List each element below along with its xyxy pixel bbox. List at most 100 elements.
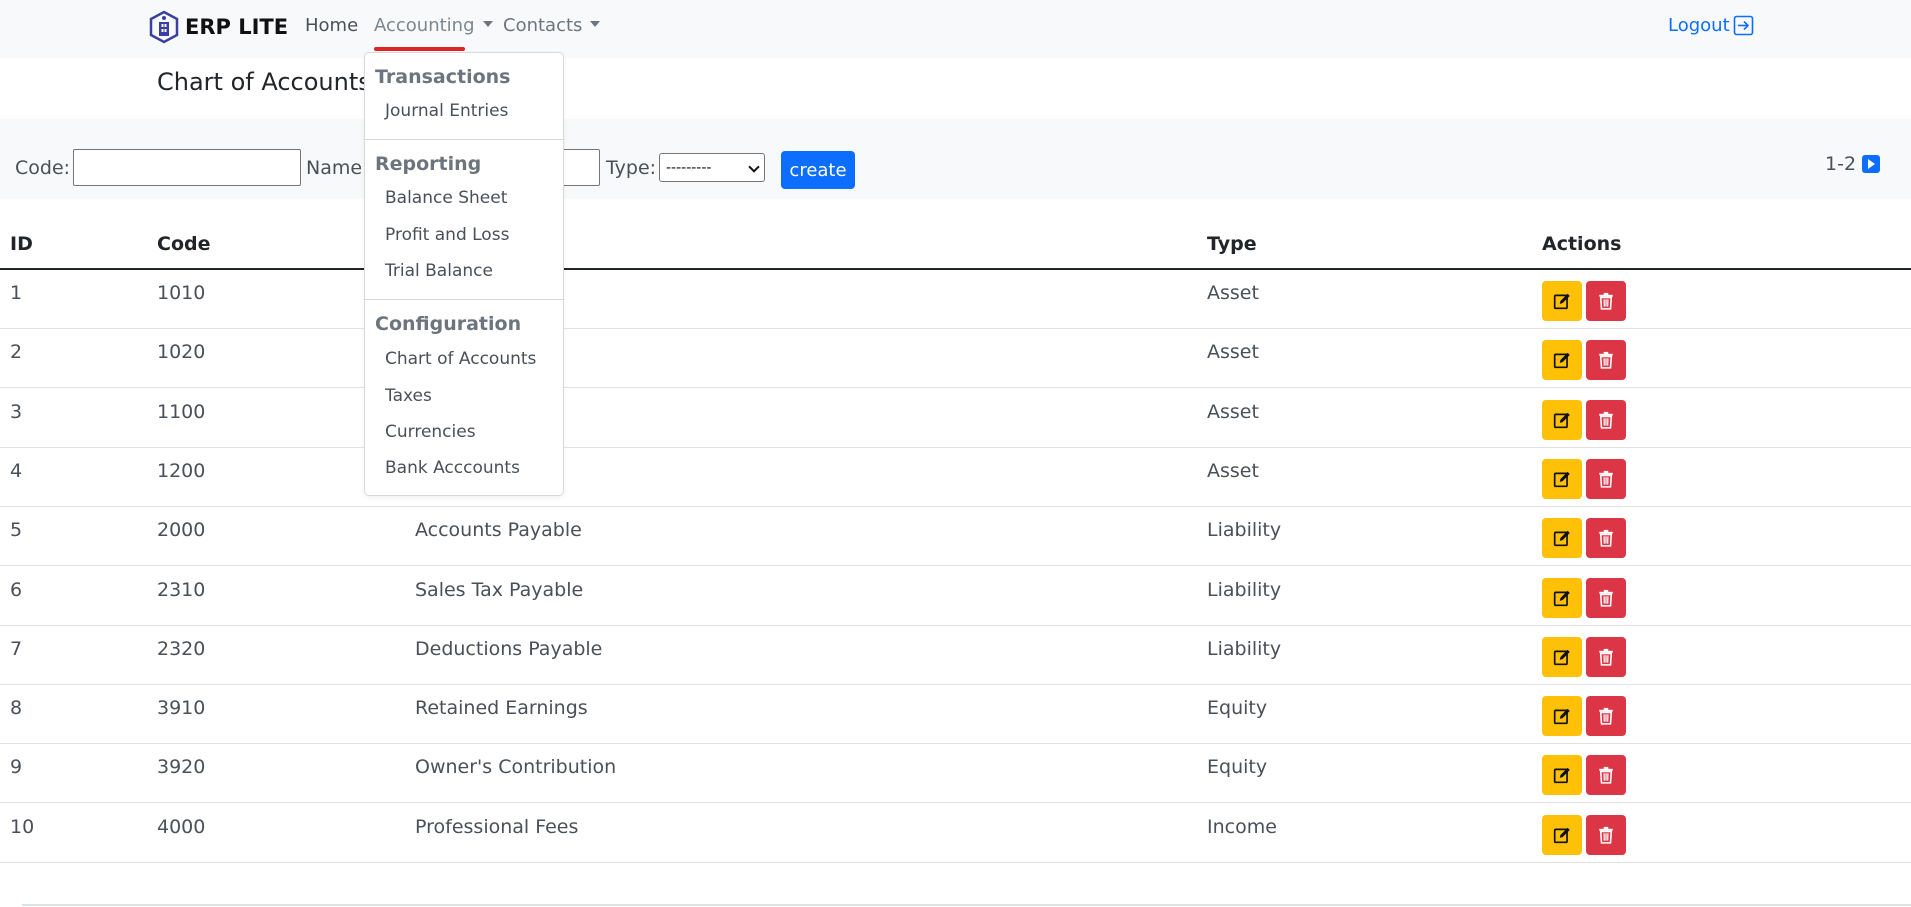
navbar: ERP LITE Home Accounting Contacts Logout	[0, 0, 1911, 58]
cell-name: Owner's Contribution	[415, 756, 617, 779]
caret-right-square-icon[interactable]	[1862, 155, 1881, 173]
cell-id: 6	[10, 578, 23, 601]
edit-button[interactable]	[1542, 636, 1582, 677]
menu-item-taxes[interactable]: Taxes	[385, 386, 432, 406]
delete-button[interactable]	[1586, 518, 1626, 559]
code-label: Code:	[15, 157, 71, 179]
pencil-square-icon	[1553, 768, 1570, 784]
dropdown-header-configuration: Configuration	[375, 313, 522, 335]
menu-item-currencies[interactable]: Currencies	[385, 422, 476, 442]
dropdown-header-transactions: Transactions	[375, 66, 511, 88]
cell-type: Liability	[1207, 578, 1282, 601]
cell-code: 3910	[157, 697, 206, 720]
chevron-down-icon	[748, 161, 760, 173]
cell-type: Equity	[1207, 756, 1268, 779]
delete-button[interactable]	[1586, 399, 1626, 440]
nav-home[interactable]: Home	[305, 15, 358, 36]
delete-button[interactable]	[1586, 636, 1626, 677]
delete-button[interactable]	[1586, 577, 1626, 618]
type-select-value: ---------	[666, 159, 712, 176]
brand[interactable]: ERP LITE	[148, 10, 288, 44]
edit-button[interactable]	[1542, 518, 1582, 559]
cell-name: Deductions Payable	[415, 637, 603, 660]
table-row: 7 2320 Deductions Payable Liability	[0, 626, 1911, 685]
header-type[interactable]: Type	[1207, 233, 1257, 255]
pencil-square-icon	[1553, 471, 1570, 488]
menu-item-profit-and-loss[interactable]: Profit and Loss	[385, 225, 509, 245]
edit-button[interactable]	[1542, 281, 1582, 321]
menu-item-trial-balance[interactable]: Trial Balance	[385, 261, 493, 281]
table-row: 2 1020 Asset	[0, 329, 1911, 389]
nav-accounting-label: Accounting	[374, 15, 475, 36]
cell-code: 2000	[157, 519, 206, 542]
edit-button[interactable]	[1542, 755, 1582, 796]
cell-id: 9	[10, 756, 23, 779]
delete-button[interactable]	[1586, 814, 1626, 855]
delete-button[interactable]	[1586, 696, 1626, 737]
trash-icon	[1599, 292, 1613, 310]
pencil-square-icon	[1553, 293, 1570, 310]
dropdown-header-reporting: Reporting	[375, 153, 482, 175]
brand-text: ERP LITE	[185, 15, 289, 39]
pencil-square-icon	[1553, 649, 1570, 665]
menu-item-balance-sheet[interactable]: Balance Sheet	[385, 188, 507, 208]
create-button[interactable]: create	[781, 151, 855, 189]
cell-type: Liability	[1207, 519, 1282, 542]
type-label: Type:	[606, 157, 657, 179]
header-id[interactable]: ID	[10, 233, 33, 255]
cell-code: 1020	[157, 341, 206, 364]
cell-type: Liability	[1207, 637, 1282, 660]
pencil-square-icon	[1553, 590, 1570, 606]
cell-id: 4	[10, 459, 23, 482]
trash-icon	[1599, 530, 1613, 547]
logout-link[interactable]: Logout	[1668, 15, 1754, 36]
trash-icon	[1599, 352, 1613, 369]
filter-bar: Code: Name: Type: --------- create 1-2	[0, 119, 1911, 199]
trash-icon	[1599, 767, 1613, 785]
delete-button[interactable]	[1586, 755, 1626, 796]
cell-id: 3	[10, 400, 23, 423]
cell-id: 8	[10, 697, 23, 720]
edit-button[interactable]	[1542, 458, 1582, 499]
trash-icon	[1599, 826, 1613, 844]
pencil-square-icon	[1553, 827, 1570, 843]
trash-icon	[1599, 707, 1613, 725]
pager: 1-2	[1825, 153, 1881, 175]
menu-item-chart-of-accounts[interactable]: Chart of Accounts	[385, 349, 536, 369]
type-select[interactable]: ---------	[659, 153, 765, 182]
delete-button[interactable]	[1586, 340, 1626, 381]
edit-button[interactable]	[1542, 577, 1582, 618]
cell-type: Asset	[1207, 282, 1259, 304]
cell-type: Asset	[1207, 341, 1259, 364]
nav-accounting[interactable]: Accounting	[374, 15, 493, 36]
code-input[interactable]	[73, 149, 301, 186]
table-row: 4 1200 Asset	[0, 448, 1911, 507]
cell-name: Professional Fees	[415, 815, 579, 838]
edit-button[interactable]	[1542, 399, 1582, 440]
pencil-square-icon	[1553, 353, 1570, 369]
header-actions: Actions	[1542, 233, 1622, 255]
edit-button[interactable]	[1542, 696, 1582, 737]
logout-label: Logout	[1668, 15, 1730, 36]
menu-item-bank-accounts[interactable]: Bank Acccounts	[385, 458, 520, 478]
table-row: 31100yableAsset	[0, 389, 1911, 448]
divider	[22, 904, 1911, 906]
edit-button[interactable]	[1542, 340, 1582, 381]
header-code[interactable]: Code	[157, 233, 210, 255]
menu-item-journal-entries[interactable]: Journal Entries	[385, 101, 508, 121]
cell-id: 2	[10, 341, 23, 364]
delete-button[interactable]	[1586, 458, 1626, 499]
cell-code: 2310	[157, 578, 206, 601]
table-row: 10 4000 Professional Fees Income	[0, 804, 1911, 863]
dropdown-divider	[365, 139, 563, 140]
pencil-square-icon	[1553, 530, 1570, 547]
cell-code: 2320	[157, 637, 206, 660]
edit-button[interactable]	[1542, 814, 1582, 855]
cell-id: 10	[10, 815, 35, 838]
nav-contacts[interactable]: Contacts	[503, 15, 601, 36]
name-label: Name:	[306, 157, 369, 179]
cell-type: Income	[1207, 815, 1277, 838]
trash-icon	[1599, 648, 1613, 666]
cell-code: 1010	[157, 282, 206, 304]
delete-button[interactable]	[1586, 281, 1626, 321]
